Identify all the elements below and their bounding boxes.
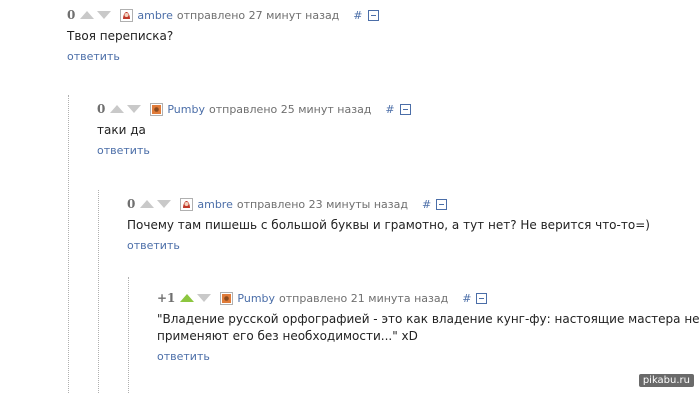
comment-meta: 0 ambre отправлено 23 минуты назад # [127,196,650,212]
comment-score: 0 [127,197,136,211]
comment-author[interactable]: ambre [137,9,173,22]
avatar[interactable] [120,8,134,22]
comment-time: отправлено 25 минут назад [208,102,372,116]
comment-meta: 0 ambre отправлено 27 минут назад # [67,7,379,23]
collapse-icon[interactable] [436,198,448,210]
permalink-link[interactable]: # [422,198,431,211]
avatar[interactable] [220,291,234,305]
collapse-icon[interactable] [367,9,379,21]
downvote-icon[interactable] [197,294,212,302]
collapse-icon[interactable] [399,103,411,115]
collapse-icon[interactable] [476,292,488,304]
avatar[interactable] [180,197,194,211]
thread-line-level-2 [98,190,99,393]
comment: 0 ambre отправлено 27 минут назад # Твоя… [67,7,379,64]
comment-author[interactable]: Pumby [167,103,205,116]
downvote-icon[interactable] [127,105,142,113]
comment-score: +1 [157,291,176,305]
reply-link[interactable]: ответить [67,50,120,63]
reply-link[interactable]: ответить [97,144,150,157]
upvote-icon[interactable] [80,11,95,19]
comment-text: Почему там пишешь с большой буквы и грам… [127,218,650,232]
comment-time: отправлено 23 минуты назад [236,197,408,211]
comment-author[interactable]: Pumby [237,292,275,305]
reply-link[interactable]: ответить [157,350,210,363]
comment-text: Твоя переписка? [67,29,174,43]
upvote-icon[interactable] [180,294,195,302]
comment-score: 0 [67,8,76,22]
upvote-icon[interactable] [140,200,155,208]
reply-link[interactable]: ответить [127,239,180,252]
permalink-link[interactable]: # [353,9,362,22]
comment: +1 Pumby отправлено 21 минута назад # "В… [157,290,700,364]
comment-text: таки да [97,123,146,137]
comment-author[interactable]: ambre [197,198,233,211]
comment-meta: +1 Pumby отправлено 21 минута назад # [157,290,700,306]
permalink-link[interactable]: # [462,292,471,305]
comment-time: отправлено 21 минута назад [279,291,449,305]
comment-score: 0 [97,102,106,116]
thread-line-level-1 [68,95,69,393]
comment: 0 ambre отправлено 23 минуты назад # Поч… [127,196,650,253]
comment-time: отправлено 27 минут назад [176,8,340,22]
comment: 0 Pumby отправлено 25 минут назад # таки… [97,101,411,158]
comment-text-line: применяют его без необходимости..." xD [157,329,418,343]
avatar[interactable] [150,102,164,116]
comment-text-line: "Владение русской орфографией - это как … [157,312,700,326]
comment-meta: 0 Pumby отправлено 25 минут назад # [97,101,411,117]
permalink-link[interactable]: # [385,103,394,116]
comment-text: "Владение русской орфографией - это как … [157,311,700,345]
site-watermark: pikabu.ru [638,374,694,387]
thread-line-level-3 [128,277,129,393]
upvote-icon[interactable] [110,105,125,113]
downvote-icon[interactable] [97,11,112,19]
downvote-icon[interactable] [157,200,172,208]
